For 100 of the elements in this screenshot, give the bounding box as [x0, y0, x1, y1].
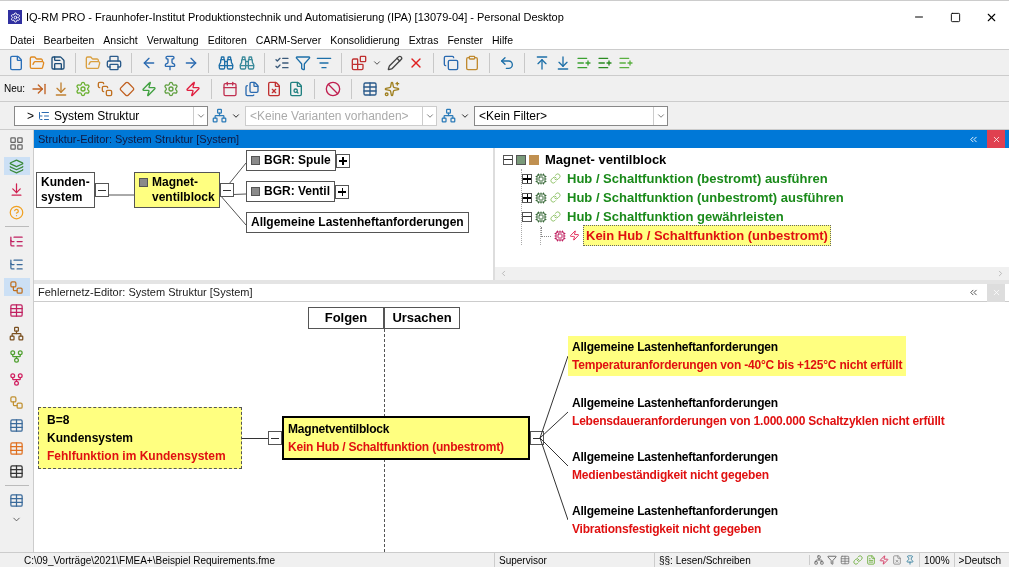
printer-icon[interactable]: [106, 54, 122, 71]
link-icon: [550, 192, 561, 203]
pin-icon[interactable]: [905, 555, 915, 565]
table-icon[interactable]: [362, 80, 379, 97]
panel-title: Fehlernetz-Editor: System Struktur [System]: [38, 285, 254, 301]
ban-icon[interactable]: [325, 80, 342, 97]
element-name: Allgemeine Lastenheftanforderungen: [572, 503, 778, 520]
hierarchy-icon[interactable]: [814, 555, 824, 565]
menu-item[interactable]: Bearbeiten: [43, 33, 95, 49]
layers-icon[interactable]: [9, 158, 24, 174]
expand-toggle[interactable]: [335, 184, 349, 199]
window-title: IQ-RM PRO - Fraunhofer-Institut Produktionstechnik und Automatisierung (IPA) [13079-04] - Personal Desktop: [26, 9, 565, 25]
focus-node[interactable]: Magnetventilblock Kein Hub / Schaltfunktion (unbestromt): [282, 416, 530, 460]
pin-icon[interactable]: [162, 54, 178, 71]
status-user: Supervisor: [494, 552, 654, 567]
link-icon: [550, 211, 561, 222]
app-icon: [8, 10, 22, 24]
element-name: Magnetventilblock: [288, 421, 391, 438]
collapse-panel-icon[interactable]: [968, 287, 979, 298]
expand-toggle[interactable]: [522, 192, 532, 203]
collapse-toggle[interactable]: [503, 154, 513, 165]
node-label: Magnet- ventilblock: [152, 175, 215, 205]
files-icon[interactable]: [244, 80, 261, 97]
maximize-icon[interactable]: [949, 11, 961, 23]
blocks-icon[interactable]: [351, 54, 367, 71]
node-label: Allgemeine Lastenheftanforderungen: [251, 215, 464, 230]
module-icon: [251, 187, 260, 196]
diamond-icon[interactable]: [119, 80, 136, 97]
pencil-icon[interactable]: [387, 54, 403, 71]
hierarchy-icon[interactable]: [212, 108, 227, 123]
collapse-toggle[interactable]: [268, 431, 282, 445]
menu-item[interactable]: Ansicht: [103, 33, 138, 49]
file-search-icon[interactable]: [288, 80, 305, 97]
clipboard-icon[interactable]: [464, 54, 480, 71]
failure-text: Fehlfunktion im Kundensystem: [47, 448, 227, 465]
list-tree-icon[interactable]: [9, 256, 24, 272]
gear-icon[interactable]: [163, 80, 180, 97]
table-icon[interactable]: [9, 492, 24, 508]
table-icon[interactable]: [9, 302, 24, 318]
undo-icon[interactable]: [499, 54, 515, 71]
workflow-icon[interactable]: [9, 279, 24, 295]
module-icon: [516, 154, 526, 165]
dropdown[interactable]: > System Struktur: [14, 105, 208, 126]
arrow-up-icon[interactable]: [534, 54, 550, 71]
structure-node[interactable]: Magnet- ventilblock: [134, 172, 220, 208]
workflow-icon[interactable]: [9, 394, 24, 410]
menu-item[interactable]: Verwaltung: [146, 33, 199, 49]
menu-item[interactable]: Konsolidierung: [330, 33, 400, 49]
collapse-toggle[interactable]: [522, 211, 532, 222]
copy-icon[interactable]: [443, 54, 459, 71]
file-icon[interactable]: [8, 54, 24, 71]
hierarchy-icon[interactable]: [441, 108, 456, 123]
failure-text: Vibrationsfestigkeit nicht gegeben: [572, 521, 762, 538]
status-zoom: 100%: [919, 552, 954, 567]
node-label: BGR: Ventil: [264, 184, 330, 199]
stack-icon[interactable]: [97, 80, 114, 97]
effect-node[interactable]: B=8 Kundensystem Fehlfunktion im Kundensystem: [38, 407, 242, 469]
menu-item[interactable]: CARM-Server: [255, 33, 322, 49]
dropdown[interactable]: <Kein Filter>: [474, 105, 668, 126]
menu-item[interactable]: Extras: [408, 33, 439, 49]
tree-item[interactable]: Kein Hub / Schaltfunktion (unbestromt): [583, 224, 831, 247]
dropdown-value: <Keine Varianten vorhanden>: [250, 107, 409, 125]
save-icon[interactable]: [50, 54, 66, 71]
chip-icon: [535, 210, 547, 223]
table-icon[interactable]: [9, 463, 24, 479]
structure-node[interactable]: Allgemeine Lastenheftanforderungen: [246, 212, 469, 233]
menu-item[interactable]: Hilfe: [492, 33, 513, 49]
lightning-icon[interactable]: [185, 80, 202, 97]
structure-node[interactable]: BGR: Spule: [246, 150, 336, 171]
module-icon: [251, 156, 260, 165]
binoculars-icon[interactable]: [239, 54, 255, 71]
fork-icon[interactable]: [9, 371, 24, 387]
network-icon[interactable]: [9, 325, 24, 341]
calendar-icon[interactable]: [222, 80, 239, 97]
list-tree-icon[interactable]: [9, 233, 24, 249]
menu-item[interactable]: Fenster: [447, 33, 483, 49]
fork-icon[interactable]: [9, 348, 24, 364]
element-name: Allgemeine Lastenheftanforderungen: [572, 449, 778, 466]
failure-text: Medienbeständigkeit nicht gegeben: [572, 467, 770, 484]
file-x-icon[interactable]: [266, 80, 283, 97]
gears-icon[interactable]: [75, 80, 92, 97]
dropdown-value: System Struktur: [54, 107, 140, 125]
lightning-icon[interactable]: [141, 80, 158, 97]
cause-node[interactable]: Allgemeine Lastenheftanforderungen Temperaturanforderungen von -40°C bis +125°C nicht erfüllt: [568, 336, 907, 376]
structure-node[interactable]: BGR: Ventil: [246, 181, 335, 202]
arrow-down-icon[interactable]: [555, 54, 571, 71]
folder-icon[interactable]: [29, 54, 45, 71]
lightning-icon[interactable]: [879, 555, 889, 565]
close-panel-button[interactable]: [987, 130, 1005, 148]
filter-icon[interactable]: [827, 555, 837, 565]
menu-item[interactable]: Datei: [10, 33, 35, 49]
sparkles-icon[interactable]: [384, 80, 401, 97]
binoculars-icon[interactable]: [218, 54, 234, 71]
table-icon[interactable]: [9, 417, 24, 433]
arrow-down-icon[interactable]: [9, 181, 24, 197]
status-rights: §§: Lesen/Schreiben: [654, 552, 809, 567]
menu-item[interactable]: Editoren: [207, 33, 247, 49]
filter-icon[interactable]: [295, 54, 311, 71]
expand-toggle[interactable]: [522, 173, 532, 184]
grid-icon[interactable]: [9, 135, 24, 151]
